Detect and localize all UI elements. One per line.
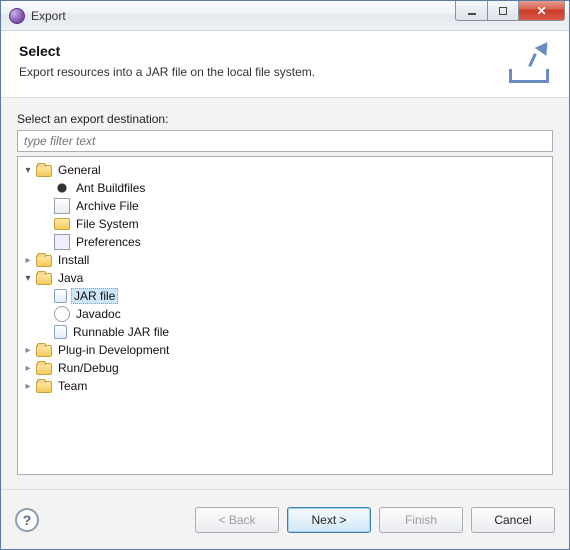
tree-label: Install [56, 253, 91, 267]
window-title: Export [31, 9, 455, 23]
folder-icon [36, 363, 52, 375]
jar-icon [54, 325, 67, 339]
tree-row-runnable-jar[interactable]: Runnable JAR file [36, 323, 552, 341]
spacer-icon [40, 308, 52, 320]
banner-heading: Select [19, 43, 507, 59]
export-tree: General Ant Buildfiles Archive File [18, 161, 552, 395]
jar-icon [54, 289, 67, 303]
minimize-button[interactable] [455, 1, 487, 21]
tree-row-ant[interactable]: Ant Buildfiles [36, 179, 552, 197]
expand-icon[interactable] [22, 164, 34, 176]
spacer-icon [40, 182, 52, 194]
folder-icon [36, 165, 52, 177]
titlebar[interactable]: Export ✕ [1, 1, 569, 31]
window-controls: ✕ [455, 1, 565, 30]
folder-icon [36, 381, 52, 393]
tree-row-install[interactable]: Install [18, 251, 552, 269]
tree-label: JAR file [71, 288, 118, 304]
expand-icon[interactable] [22, 344, 34, 356]
tree-label: Archive File [74, 199, 141, 213]
spacer-icon [40, 326, 52, 338]
help-icon: ? [23, 512, 32, 528]
banner-description: Export resources into a JAR file on the … [19, 65, 507, 79]
folder-icon [36, 273, 52, 285]
wizard-banner: Select Export resources into a JAR file … [1, 31, 569, 98]
tree-label: Run/Debug [56, 361, 121, 375]
tree-label: Plug-in Development [56, 343, 171, 357]
tree-node-general: General Ant Buildfiles Archive File [18, 161, 552, 251]
tree-label: Java [56, 271, 85, 285]
destination-label: Select an export destination: [17, 112, 553, 126]
expand-icon[interactable] [22, 272, 34, 284]
expand-icon[interactable] [22, 362, 34, 374]
tree-node-install: Install [18, 251, 552, 269]
preferences-icon [54, 234, 70, 250]
close-icon: ✕ [536, 4, 546, 18]
tree-row-preferences[interactable]: Preferences [36, 233, 552, 251]
finish-button[interactable]: Finish [379, 507, 463, 533]
next-button[interactable]: Next > [287, 507, 371, 533]
wizard-body: Select an export destination: General An… [1, 98, 569, 489]
tree-row-plugin-dev[interactable]: Plug-in Development [18, 341, 552, 359]
eclipse-icon [9, 8, 25, 24]
tree-row-java[interactable]: Java [18, 269, 552, 287]
tree-row-jar-file[interactable]: JAR file [36, 287, 552, 305]
tree-row-javadoc[interactable]: Javadoc [36, 305, 552, 323]
tree-label: Javadoc [74, 307, 123, 321]
spacer-icon [40, 290, 52, 302]
maximize-icon [499, 7, 507, 15]
tree-label: Ant Buildfiles [74, 181, 147, 195]
tree-node-plugin-dev: Plug-in Development [18, 341, 552, 359]
ant-icon [54, 180, 70, 196]
export-dialog: Export ✕ Select Export resources into a … [0, 0, 570, 550]
tree-label: Runnable JAR file [71, 325, 171, 339]
tree-label: File System [74, 217, 141, 231]
expand-icon[interactable] [22, 380, 34, 392]
cancel-button[interactable]: Cancel [471, 507, 555, 533]
tree-container[interactable]: General Ant Buildfiles Archive File [17, 156, 553, 475]
tree-node-java: Java JAR file Javadoc [18, 269, 552, 341]
help-button[interactable]: ? [15, 508, 39, 532]
tree-node-team: Team [18, 377, 552, 395]
tree-row-archive[interactable]: Archive File [36, 197, 552, 215]
folder-icon [36, 255, 52, 267]
javadoc-icon [54, 306, 70, 322]
export-icon [507, 43, 551, 83]
tree-row-filesystem[interactable]: File System [36, 215, 552, 233]
spacer-icon [40, 236, 52, 248]
tree-row-team[interactable]: Team [18, 377, 552, 395]
tree-row-general[interactable]: General [18, 161, 552, 179]
tree-label: General [56, 163, 103, 177]
spacer-icon [40, 200, 52, 212]
wizard-footer: ? < Back Next > Finish Cancel [1, 489, 569, 549]
filter-input[interactable] [17, 130, 553, 152]
archive-icon [54, 198, 70, 214]
folder-icon [36, 345, 52, 357]
folder-icon [54, 218, 70, 230]
spacer-icon [40, 218, 52, 230]
maximize-button[interactable] [487, 1, 519, 21]
tree-label: Preferences [74, 235, 143, 249]
tree-label: Team [56, 379, 89, 393]
expand-icon[interactable] [22, 254, 34, 266]
tree-node-run-debug: Run/Debug [18, 359, 552, 377]
tree-row-run-debug[interactable]: Run/Debug [18, 359, 552, 377]
minimize-icon [468, 13, 476, 15]
back-button[interactable]: < Back [195, 507, 279, 533]
close-button[interactable]: ✕ [519, 1, 565, 21]
